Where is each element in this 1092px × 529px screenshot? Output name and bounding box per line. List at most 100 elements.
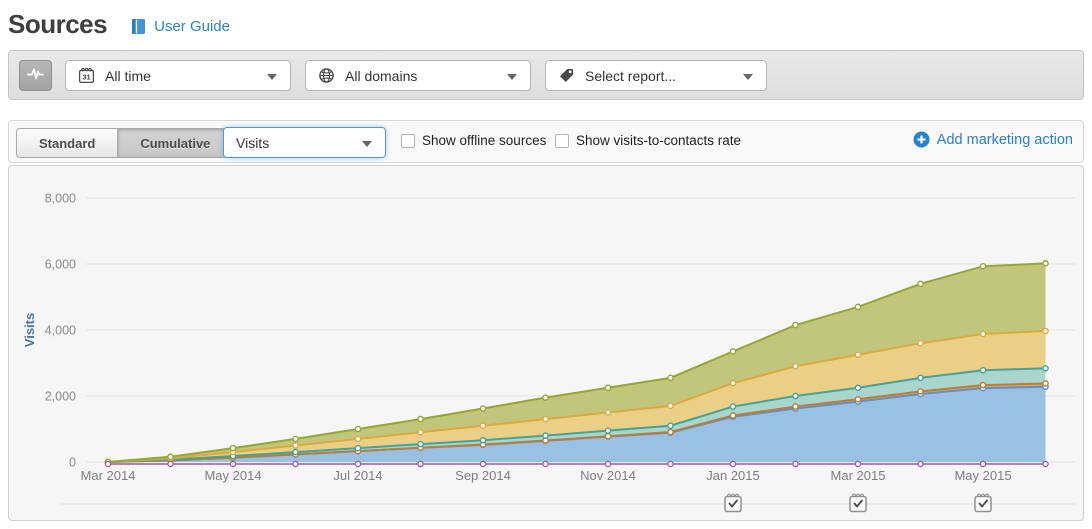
series-purple-point[interactable] (980, 461, 985, 466)
chevron-down-icon (743, 74, 753, 80)
chevron-down-icon (507, 74, 517, 80)
series-olive-point[interactable] (793, 322, 798, 327)
series-olive-point[interactable] (668, 375, 673, 380)
series-teal-point[interactable] (605, 428, 610, 433)
series-purple-point[interactable] (230, 461, 235, 466)
add-marketing-action-link[interactable]: Add marketing action (913, 131, 1073, 148)
series-teal-point[interactable] (793, 393, 798, 398)
user-guide-link[interactable]: User Guide (131, 18, 230, 35)
series-olive-point[interactable] (293, 436, 298, 441)
series-teal-point[interactable] (480, 438, 485, 443)
series-yellow-point[interactable] (668, 403, 673, 408)
series-yellow-point[interactable] (918, 341, 923, 346)
series-purple-point[interactable] (168, 461, 173, 466)
series-purple-point[interactable] (543, 461, 548, 466)
series-purple-point[interactable] (605, 461, 610, 466)
series-purple-point[interactable] (855, 461, 860, 466)
series-yellow-point[interactable] (355, 436, 360, 441)
series-teal-point[interactable] (855, 385, 860, 390)
series-purple-point[interactable] (293, 461, 298, 466)
series-teal-point[interactable] (980, 368, 985, 373)
series-teal-point[interactable] (418, 442, 423, 447)
series-orange-point[interactable] (605, 434, 610, 439)
series-purple-point[interactable] (480, 461, 485, 466)
series-teal-point[interactable] (543, 433, 548, 438)
show-offline-sources-checkbox[interactable]: Show offline sources (401, 133, 546, 148)
series-teal-point[interactable] (293, 450, 298, 455)
series-purple-point[interactable] (918, 461, 923, 466)
chart-panel: 02,0004,0006,0008,000VisitsMar 2014May 2… (8, 165, 1084, 521)
marketing-action-calendar-icon[interactable] (725, 494, 741, 511)
series-yellow-point[interactable] (605, 410, 610, 415)
series-olive-point[interactable] (168, 454, 173, 459)
marketing-action-calendar-icon[interactable] (975, 494, 991, 511)
series-purple-point[interactable] (418, 461, 423, 466)
series-orange-point[interactable] (980, 383, 985, 388)
series-purple-point[interactable] (793, 461, 798, 466)
chart-type-button[interactable] (19, 60, 52, 91)
series-olive-point[interactable] (918, 281, 923, 286)
time-range-dropdown[interactable]: 31 All time (65, 60, 291, 91)
series-olive-point[interactable] (230, 446, 235, 451)
series-olive-point[interactable] (855, 304, 860, 309)
plus-circle-icon (913, 131, 937, 148)
series-yellow-point[interactable] (855, 352, 860, 357)
show-visits-to-contacts-checkbox[interactable]: Show visits-to-contacts rate (555, 133, 741, 148)
report-value: Select report... (585, 68, 676, 84)
series-yellow-point[interactable] (293, 443, 298, 448)
series-yellow-point[interactable] (980, 331, 985, 336)
series-orange-point[interactable] (730, 413, 735, 418)
series-teal-point[interactable] (1043, 366, 1048, 371)
marketing-action-calendar-icon[interactable] (850, 494, 866, 511)
series-orange-point[interactable] (668, 429, 673, 434)
chevron-down-icon (362, 141, 372, 147)
series-purple-point[interactable] (105, 461, 110, 466)
report-dropdown[interactable]: Select report... (545, 60, 767, 91)
standard-tab[interactable]: Standard (16, 128, 118, 158)
series-teal-point[interactable] (355, 446, 360, 451)
series-yellow-point[interactable] (418, 430, 423, 435)
series-yellow-point[interactable] (793, 364, 798, 369)
y-tick-label: 8,000 (45, 192, 76, 206)
series-purple-point[interactable] (355, 461, 360, 466)
add-marketing-action-label: Add marketing action (937, 132, 1073, 148)
series-olive-point[interactable] (1043, 261, 1048, 266)
metric-dropdown[interactable]: Visits (223, 127, 386, 158)
series-teal-point[interactable] (918, 375, 923, 380)
series-yellow-point[interactable] (543, 417, 548, 422)
series-purple-point[interactable] (1043, 461, 1048, 466)
series-yellow-point[interactable] (730, 381, 735, 386)
x-tick-label: Nov 2014 (580, 468, 636, 483)
series-purple-point[interactable] (730, 461, 735, 466)
checkbox-box[interactable] (401, 134, 415, 148)
sources-page: Sources User Guide (0, 0, 1092, 529)
series-purple-point[interactable] (668, 461, 673, 466)
checkbox-box[interactable] (555, 134, 569, 148)
series-yellow-point[interactable] (480, 423, 485, 428)
metric-value: Visits (236, 135, 269, 151)
series-olive-point[interactable] (730, 349, 735, 354)
series-orange-point[interactable] (1043, 381, 1048, 386)
cumulative-tab[interactable]: Cumulative (117, 128, 233, 158)
series-olive-point[interactable] (355, 426, 360, 431)
series-olive-point[interactable] (980, 264, 985, 269)
series-orange-point[interactable] (918, 389, 923, 394)
series-teal-point[interactable] (668, 423, 673, 428)
series-yellow-point[interactable] (1043, 328, 1048, 333)
series-olive-point[interactable] (543, 395, 548, 400)
page-header: Sources User Guide (8, 4, 230, 44)
y-tick-label: 6,000 (45, 258, 76, 272)
series-olive-point[interactable] (480, 406, 485, 411)
sources-chart[interactable]: 02,0004,0006,0008,000VisitsMar 2014May 2… (9, 166, 1083, 520)
chevron-down-icon (267, 74, 277, 80)
series-olive-point[interactable] (605, 385, 610, 390)
page-title: Sources (8, 9, 107, 40)
x-tick-label: Sep 2014 (455, 468, 511, 483)
user-guide-label: User Guide (154, 18, 230, 35)
series-orange-point[interactable] (855, 397, 860, 402)
series-teal-point[interactable] (730, 404, 735, 409)
series-olive-point[interactable] (418, 417, 423, 422)
domains-dropdown[interactable]: All domains (305, 60, 531, 91)
series-orange-point[interactable] (793, 404, 798, 409)
x-tick-label: Mar 2015 (831, 468, 886, 483)
